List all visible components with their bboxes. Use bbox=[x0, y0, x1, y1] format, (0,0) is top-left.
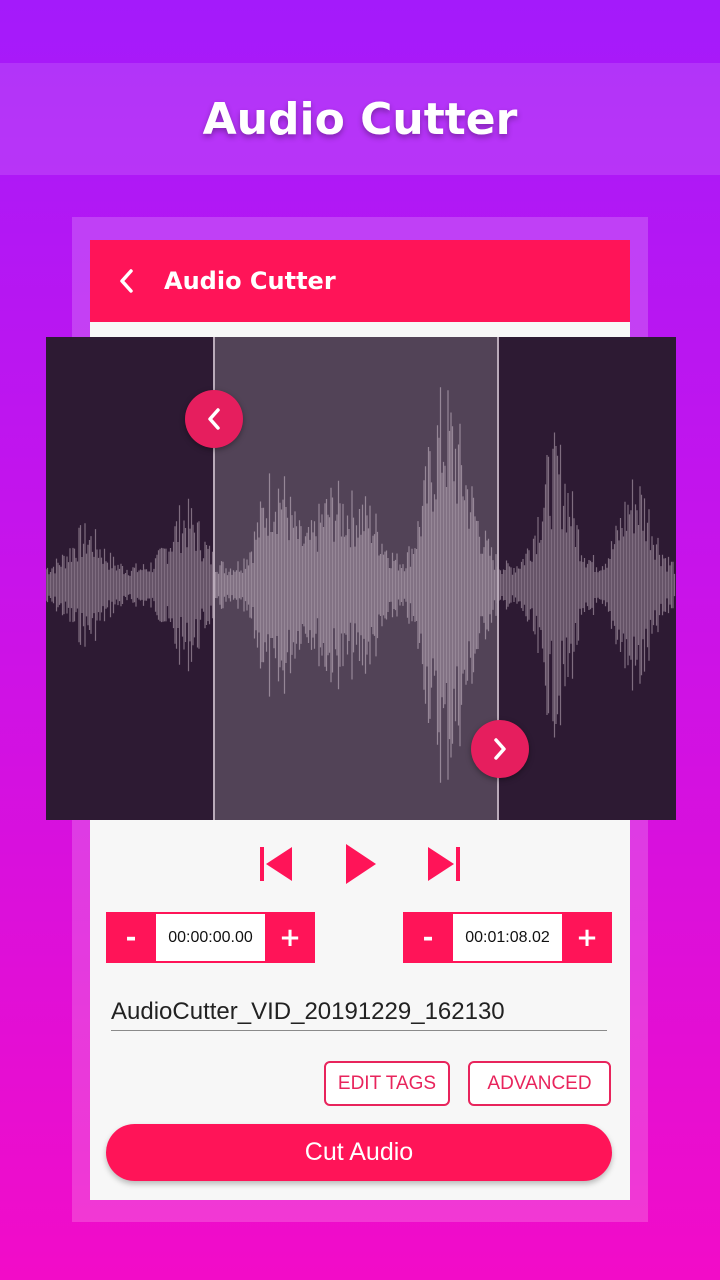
chevron-right-icon bbox=[494, 738, 506, 760]
end-handle[interactable] bbox=[471, 720, 529, 778]
edit-tags-button[interactable]: EDIT TAGS bbox=[324, 1061, 450, 1106]
chevron-left-icon bbox=[208, 408, 220, 430]
back-button[interactable] bbox=[90, 240, 164, 322]
app-bar-title: Audio Cutter bbox=[164, 267, 336, 295]
cut-audio-button[interactable]: Cut Audio bbox=[106, 1124, 612, 1181]
start-handle[interactable] bbox=[185, 390, 243, 448]
app-bar: Audio Cutter bbox=[90, 240, 630, 322]
selection-region[interactable] bbox=[213, 337, 499, 820]
play-button[interactable] bbox=[334, 838, 386, 890]
end-time-minus-button[interactable]: - bbox=[403, 912, 453, 963]
skip-previous-button[interactable] bbox=[250, 838, 302, 890]
start-time-stepper: - 00:00:00.00 + bbox=[106, 912, 315, 963]
play-icon bbox=[346, 844, 376, 884]
advanced-button[interactable]: ADVANCED bbox=[468, 1061, 611, 1106]
end-time-stepper: - 00:01:08.02 + bbox=[403, 912, 612, 963]
promo-banner: Audio Cutter bbox=[0, 63, 720, 175]
chevron-left-icon bbox=[120, 269, 133, 293]
filename-input[interactable]: AudioCutter_VID_20191229_162130 bbox=[111, 993, 607, 1031]
skip-next-icon bbox=[428, 847, 460, 881]
playback-controls bbox=[250, 838, 470, 890]
skip-previous-icon bbox=[260, 847, 292, 881]
waveform-view[interactable] bbox=[46, 337, 676, 820]
banner-title: Audio Cutter bbox=[202, 93, 518, 145]
skip-next-button[interactable] bbox=[418, 838, 470, 890]
start-time-minus-button[interactable]: - bbox=[106, 912, 156, 963]
start-time-field[interactable]: 00:00:00.00 bbox=[156, 914, 265, 961]
end-time-field[interactable]: 00:01:08.02 bbox=[453, 914, 562, 961]
start-time-plus-button[interactable]: + bbox=[265, 912, 315, 963]
end-time-plus-button[interactable]: + bbox=[562, 912, 612, 963]
